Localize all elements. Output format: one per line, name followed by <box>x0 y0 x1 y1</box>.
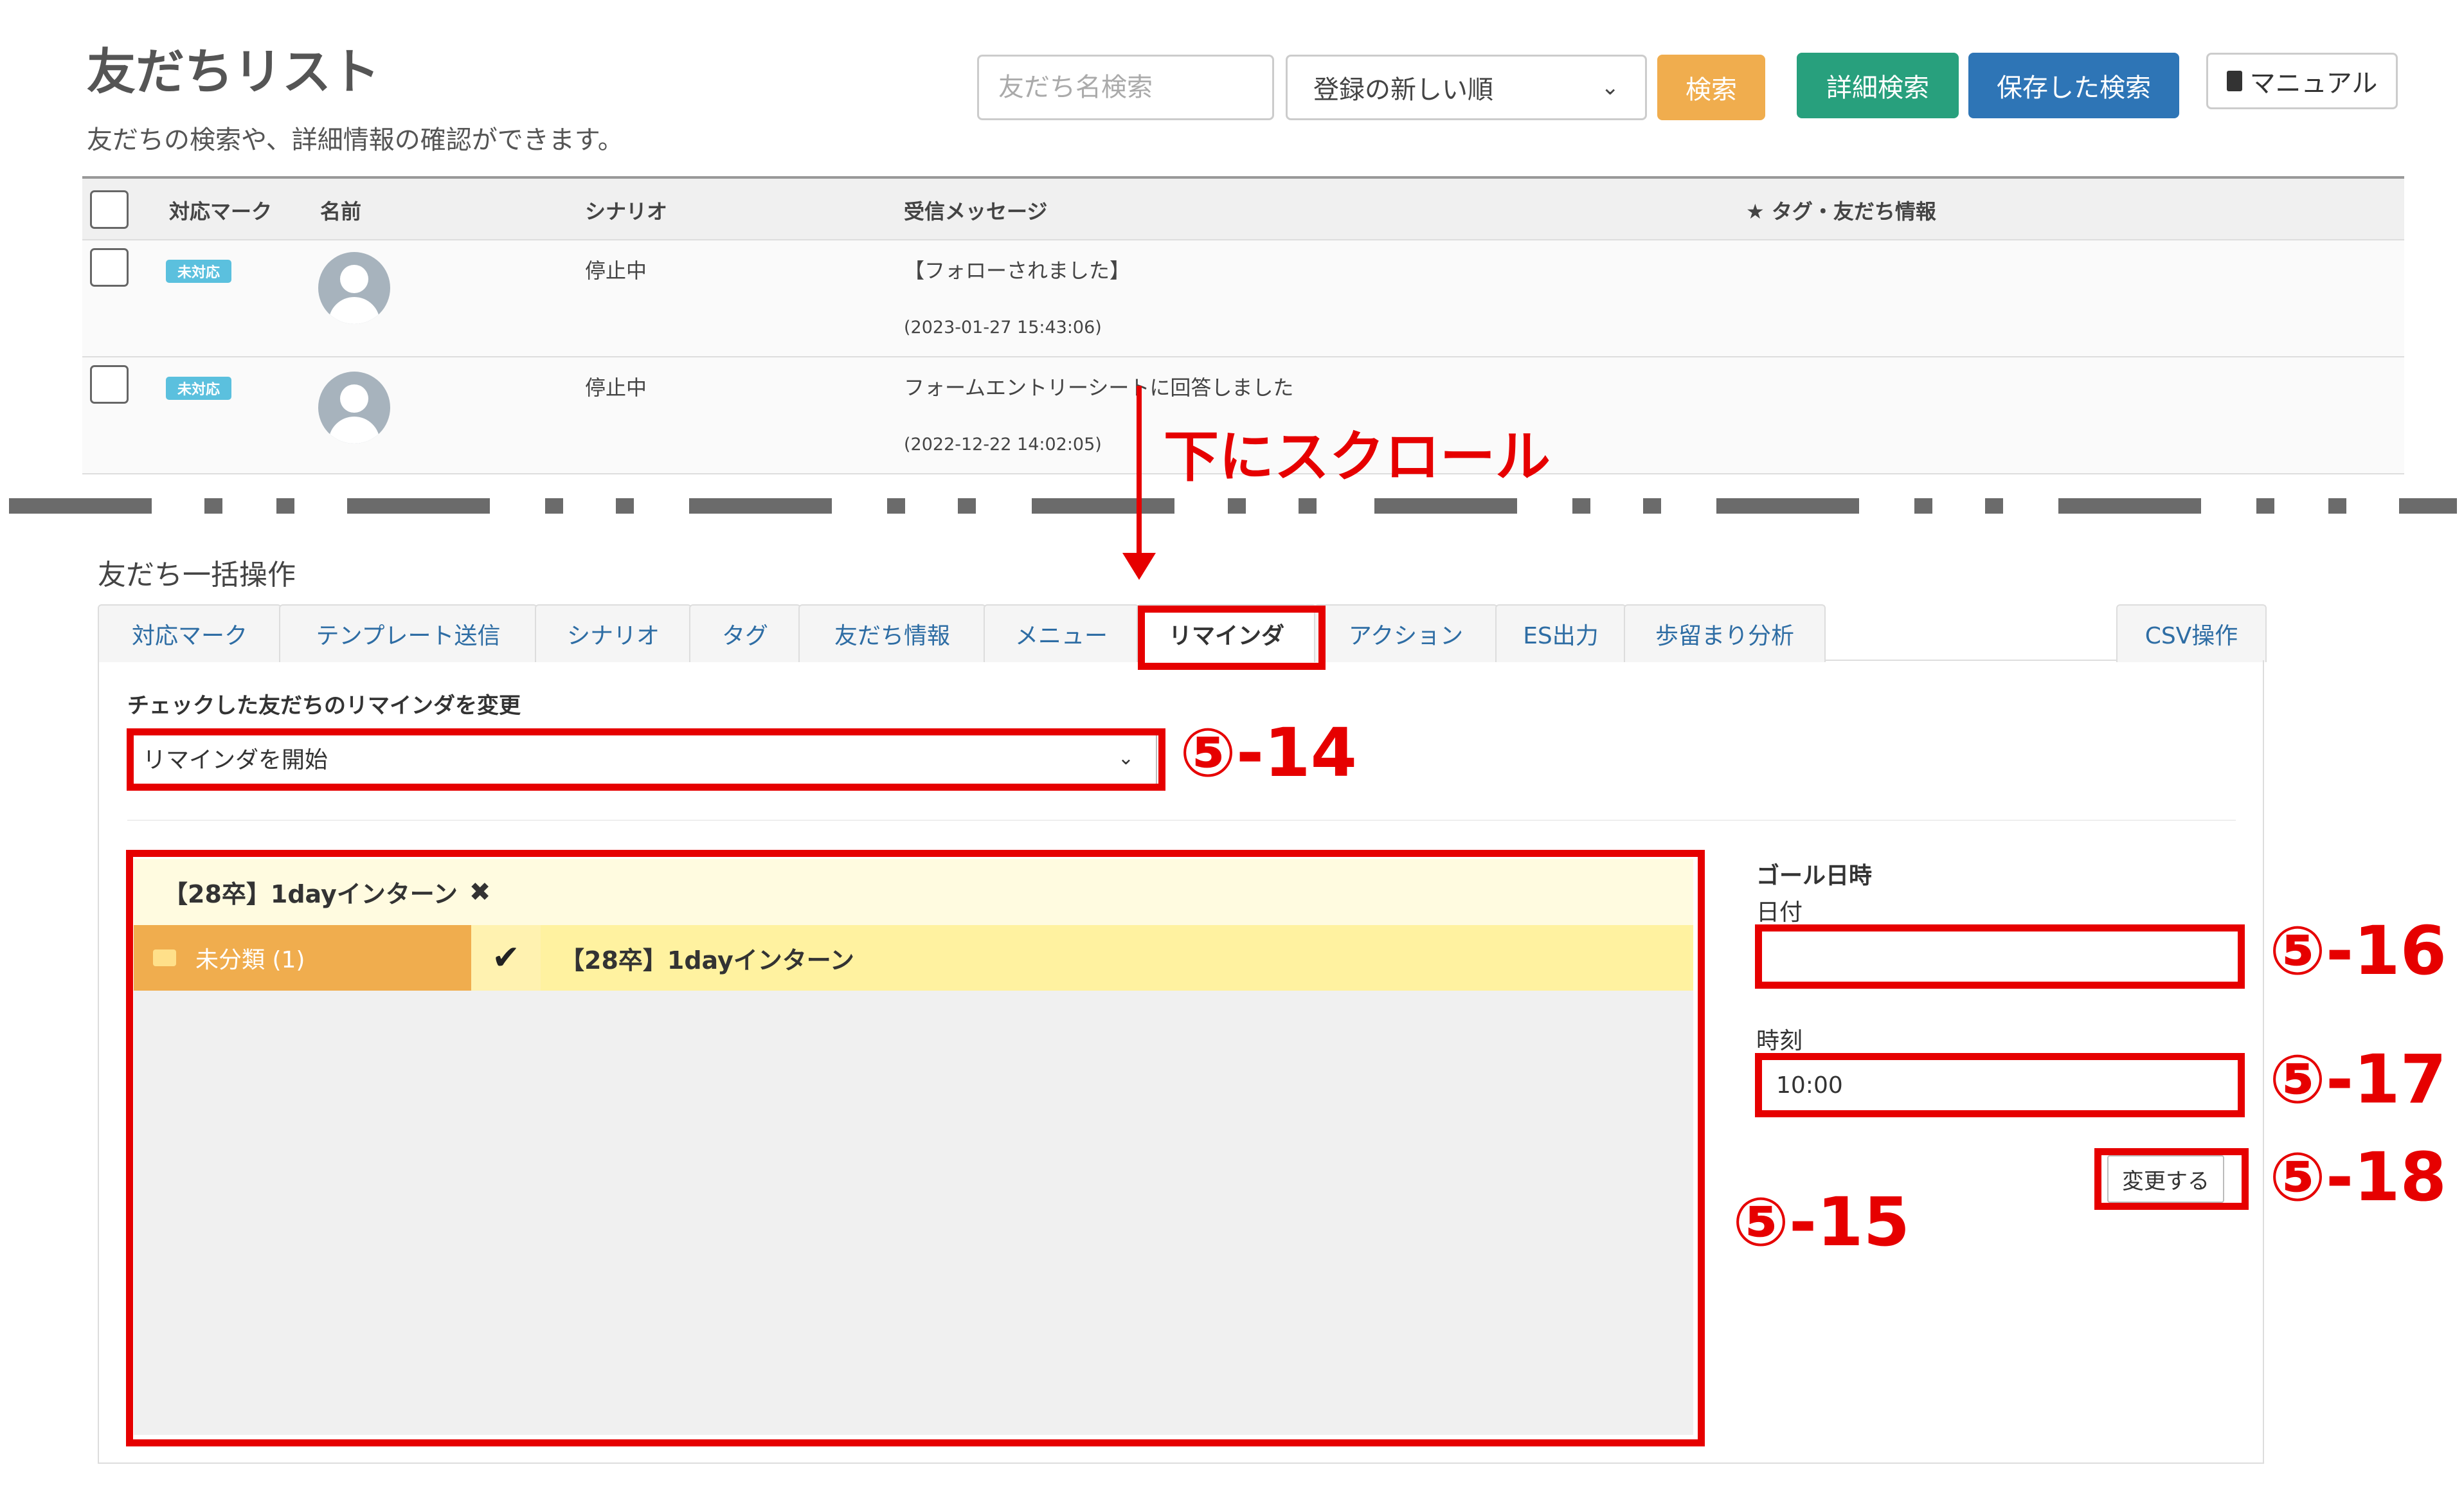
book-icon <box>2226 71 2242 91</box>
message-time: (2023-01-27 15:43:06) <box>904 318 1102 338</box>
tab-tag[interactable]: タグ <box>689 604 801 662</box>
tab-csv[interactable]: CSV操作 <box>2116 604 2267 662</box>
table-row[interactable]: 未対応 停止中 【フォローされました】 (2023-01-27 15:43:06… <box>82 240 2404 357</box>
row-checkbox[interactable] <box>90 365 129 404</box>
status-badge[interactable]: 未対応 <box>166 260 231 283</box>
tab-yield-analysis[interactable]: 歩留まり分析 <box>1624 604 1826 662</box>
column-header-mark: 対応マーク <box>169 199 273 224</box>
tab-action[interactable]: アクション <box>1314 604 1498 662</box>
panel-divider <box>127 820 2236 821</box>
avatar[interactable] <box>318 372 390 444</box>
annotation-label-17: ⑤-17 <box>2269 1040 2447 1119</box>
tab-mark[interactable]: 対応マーク <box>98 604 282 662</box>
bulk-operation-title: 友だち一括操作 <box>98 559 296 591</box>
select-all-checkbox[interactable] <box>90 190 129 229</box>
tab-template[interactable]: テンプレート送信 <box>279 604 537 662</box>
tab-es-export[interactable]: ES出力 <box>1495 604 1626 662</box>
annotation-box-16 <box>1755 924 2245 989</box>
column-header-scenario: シナリオ <box>585 199 668 224</box>
detail-search-button[interactable]: 詳細検索 <box>1797 53 1959 118</box>
tab-menu[interactable]: メニュー <box>984 604 1139 662</box>
friend-name-search-input[interactable] <box>977 55 1274 120</box>
search-button[interactable]: 検索 <box>1657 55 1765 120</box>
scroll-annotation: 下にスクロール <box>1164 425 1551 489</box>
chevron-down-icon: ⌄ <box>1601 75 1620 100</box>
scenario-status: 停止中 <box>585 258 647 283</box>
scroll-arrow-shaft <box>1137 386 1142 559</box>
annotation-box-14 <box>127 728 1165 791</box>
time-label: 時刻 <box>1756 1028 1803 1054</box>
column-header-name: 名前 <box>320 199 362 224</box>
date-label: 日付 <box>1756 899 1803 926</box>
annotation-label-16: ⑤-16 <box>2269 912 2447 990</box>
annotation-box-15 <box>126 850 1705 1446</box>
message-text: 【フォローされました】 <box>904 258 1131 283</box>
arrow-down-icon <box>1122 553 1156 580</box>
annotation-box-18 <box>2094 1148 2249 1210</box>
status-badge[interactable]: 未対応 <box>166 377 231 400</box>
sort-order-select[interactable]: 登録の新しい順 ⌄ <box>1286 55 1647 120</box>
page-subtitle: 友だちの検索や、詳細情報の確認ができます。 <box>87 125 624 155</box>
page-title: 友だちリスト <box>87 43 380 100</box>
sort-order-value: 登録の新しい順 <box>1313 75 1493 105</box>
column-header-tags: ★ タグ・友だち情報 <box>1746 199 1936 224</box>
annotation-box-17 <box>1755 1053 2245 1117</box>
avatar[interactable] <box>318 252 390 324</box>
manual-label: マニュアル <box>2249 69 2378 98</box>
column-header-message: 受信メッセージ <box>904 199 1048 224</box>
annotation-label-15: ⑤-15 <box>1732 1183 1910 1261</box>
annotation-label-18: ⑤-18 <box>2269 1138 2447 1216</box>
row-checkbox[interactable] <box>90 248 129 287</box>
message-text: フォームエントリーシートに回答しました <box>904 375 1294 400</box>
tab-scenario[interactable]: シナリオ <box>535 604 692 662</box>
goal-datetime-title: ゴール日時 <box>1756 863 1873 889</box>
annotation-label-14: ⑤-14 <box>1180 714 1357 792</box>
manual-button[interactable]: マニュアル <box>2206 53 2398 109</box>
saved-search-button[interactable]: 保存した検索 <box>1968 53 2179 118</box>
message-time: (2022-12-22 14:02:05) <box>904 435 1102 455</box>
tab-friend-info[interactable]: 友だち情報 <box>798 604 986 662</box>
reminder-change-label: チェックした友だちのリマインダを変更 <box>127 693 521 719</box>
scenario-status: 停止中 <box>585 375 647 400</box>
friend-table-header: 対応マーク 名前 シナリオ 受信メッセージ ★ タグ・友だち情報 <box>82 176 2404 240</box>
